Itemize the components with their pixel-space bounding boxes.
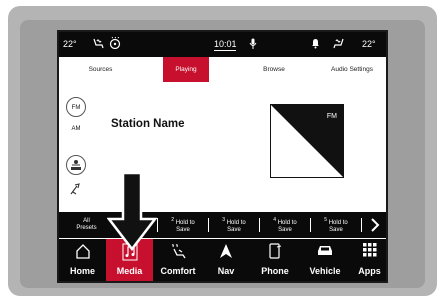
preset-4-button[interactable]: 4 Hold to Save (261, 212, 309, 238)
temperature-left[interactable]: 22° (63, 38, 77, 51)
nav-comfort-button[interactable]: Comfort (153, 239, 203, 281)
nav-label: Comfort (160, 266, 196, 276)
all-presets-line2: Presets (76, 225, 97, 231)
nav-label: Apps (358, 266, 381, 276)
heated-steering-icon[interactable] (109, 37, 121, 49)
status-bar: 22° 10:01 22° (59, 32, 386, 57)
nav-phone-button[interactable]: Phone (249, 239, 301, 281)
callout-arrow-icon (107, 171, 157, 251)
bell-icon[interactable] (311, 38, 320, 49)
preset-number: 4 (273, 216, 277, 223)
all-presets-line1: All (83, 218, 90, 224)
heated-seat-right-icon[interactable] (331, 37, 345, 49)
navigation-arrow-icon (220, 244, 232, 258)
preset-3-button[interactable]: 3 Hold to Save (210, 212, 258, 238)
clock-underline (214, 50, 236, 51)
nav-label: Phone (261, 266, 289, 276)
bluetooth-usb-icon (70, 183, 80, 195)
seat-fan-icon (171, 244, 186, 259)
car-icon (318, 246, 332, 255)
preset-5-button[interactable]: 5 Hold to Save (312, 212, 360, 238)
nav-label: Nav (217, 266, 235, 276)
preset-label: Hold to (277, 219, 297, 226)
source-fm-button[interactable]: FM (66, 97, 86, 117)
siriusxm-icon (71, 160, 81, 170)
nav-apps-button[interactable]: Apps (349, 239, 386, 281)
preset-divider (259, 218, 260, 232)
tab-playing[interactable]: Playing (163, 57, 209, 82)
tab-audio-settings[interactable]: Audio Settings (314, 57, 386, 82)
preset-number: 3 (222, 216, 226, 223)
album-art-label: FM (326, 113, 337, 120)
tab-browse[interactable]: Browse (234, 57, 314, 82)
source-siriusxm-button[interactable] (66, 155, 86, 175)
heated-seat-icon[interactable] (92, 37, 106, 49)
station-name: Station Name (111, 118, 185, 130)
nav-label: Home (69, 266, 95, 276)
source-am-button[interactable]: AM (66, 119, 86, 139)
nav-label: Vehicle (309, 266, 341, 276)
chevron-right-icon (371, 218, 380, 232)
preset-number: 5 (324, 216, 328, 223)
preset-divider (208, 218, 209, 232)
preset-label: Hold to (328, 219, 348, 226)
album-art: FM (270, 104, 344, 178)
preset-label: Save (176, 226, 190, 233)
tab-sources[interactable]: Sources (59, 57, 142, 82)
preset-number: 2 (171, 216, 175, 223)
phone-icon (269, 243, 282, 259)
media-tabs: Sources Playing Browse Audio Settings (59, 57, 386, 83)
nav-home-button[interactable]: Home (59, 239, 106, 281)
preset-divider (310, 218, 311, 232)
home-icon (75, 244, 90, 259)
grid-icon (362, 243, 376, 257)
source-bluetooth-button[interactable] (66, 182, 86, 202)
preset-label: Save (329, 226, 343, 233)
temperature-right[interactable]: 22° (362, 38, 376, 51)
all-presets-button[interactable]: All Presets (59, 212, 114, 238)
next-presets-button[interactable] (363, 212, 386, 238)
preset-label: Save (227, 226, 241, 233)
preset-divider (157, 218, 158, 232)
microphone-icon[interactable] (249, 38, 257, 50)
preset-label: Hold to (175, 219, 195, 226)
preset-2-button[interactable]: 2 Hold to Save (159, 212, 207, 238)
nav-nav-button[interactable]: Nav (203, 239, 249, 281)
nav-vehicle-button[interactable]: Vehicle (301, 239, 349, 281)
preset-label: Save (278, 226, 292, 233)
preset-label: Hold to (226, 219, 246, 226)
preset-divider (361, 218, 362, 232)
nav-label: Media (116, 266, 143, 276)
